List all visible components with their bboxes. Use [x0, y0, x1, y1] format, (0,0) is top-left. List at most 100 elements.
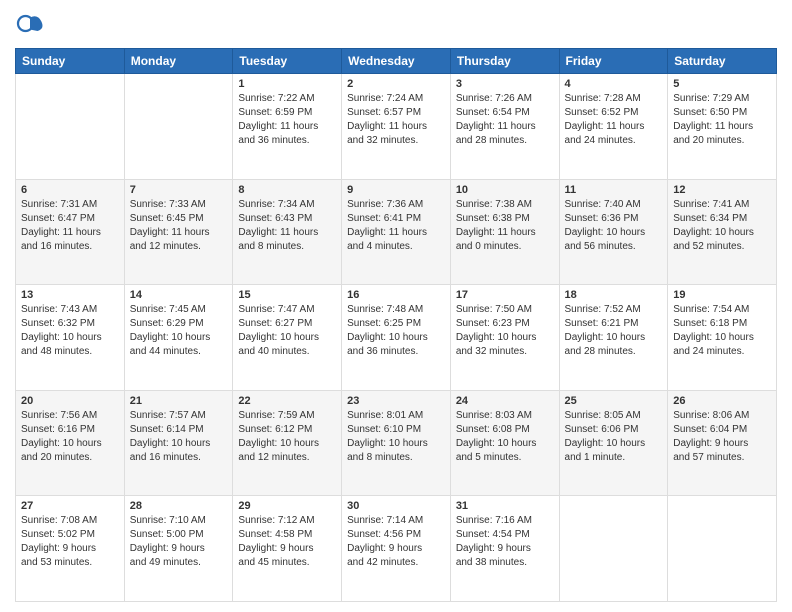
day-number: 24 [456, 395, 554, 407]
calendar-cell: 6 Sunrise: 7:31 AM Sunset: 6:47 PM Daylig… [16, 179, 125, 285]
calendar-cell: 25 Sunrise: 8:05 AM Sunset: 6:06 PM Dayli… [559, 390, 668, 496]
day-info: Sunrise: 7:24 AM Sunset: 6:57 PM Dayligh… [347, 92, 445, 148]
day-info: Sunrise: 7:56 AM Sunset: 6:16 PM Dayligh… [21, 409, 119, 465]
day-number: 2 [347, 78, 445, 90]
day-number: 8 [238, 184, 336, 196]
day-number: 11 [565, 184, 663, 196]
day-info: Sunrise: 7:12 AM Sunset: 4:58 PM Dayligh… [238, 514, 336, 570]
calendar-cell: 26 Sunrise: 8:06 AM Sunset: 6:04 PM Dayli… [668, 390, 777, 496]
day-number: 3 [456, 78, 554, 90]
calendar-cell: 3 Sunrise: 7:26 AM Sunset: 6:54 PM Daylig… [450, 74, 559, 180]
calendar-cell: 21 Sunrise: 7:57 AM Sunset: 6:14 PM Dayli… [124, 390, 233, 496]
calendar-cell: 2 Sunrise: 7:24 AM Sunset: 6:57 PM Daylig… [342, 74, 451, 180]
weekday-header: Saturday [668, 49, 777, 74]
calendar-cell: 19 Sunrise: 7:54 AM Sunset: 6:18 PM Dayli… [668, 285, 777, 391]
calendar-cell: 8 Sunrise: 7:34 AM Sunset: 6:43 PM Daylig… [233, 179, 342, 285]
calendar-week-row: 27 Sunrise: 7:08 AM Sunset: 5:02 PM Dayli… [16, 496, 777, 602]
calendar-cell: 9 Sunrise: 7:36 AM Sunset: 6:41 PM Daylig… [342, 179, 451, 285]
day-number: 29 [238, 500, 336, 512]
calendar-cell: 12 Sunrise: 7:41 AM Sunset: 6:34 PM Dayli… [668, 179, 777, 285]
calendar-cell: 27 Sunrise: 7:08 AM Sunset: 5:02 PM Dayli… [16, 496, 125, 602]
calendar-cell: 24 Sunrise: 8:03 AM Sunset: 6:08 PM Dayli… [450, 390, 559, 496]
day-info: Sunrise: 7:43 AM Sunset: 6:32 PM Dayligh… [21, 303, 119, 359]
weekday-header: Thursday [450, 49, 559, 74]
calendar-cell: 30Sunrise: 7:14 AM Sunset: 4:56 PM Dayli… [342, 496, 451, 602]
calendar-cell: 11 Sunrise: 7:40 AM Sunset: 6:36 PM Dayli… [559, 179, 668, 285]
calendar-cell: 23 Sunrise: 8:01 AM Sunset: 6:10 PM Dayli… [342, 390, 451, 496]
day-number: 26 [673, 395, 771, 407]
day-number: 9 [347, 184, 445, 196]
day-number: 5 [673, 78, 771, 90]
calendar-cell [668, 496, 777, 602]
day-info: Sunrise: 7:10 AM Sunset: 5:00 PM Dayligh… [130, 514, 228, 570]
day-number: 31 [456, 500, 554, 512]
day-number: 21 [130, 395, 228, 407]
calendar-cell [16, 74, 125, 180]
calendar-week-row: 13 Sunrise: 7:43 AM Sunset: 6:32 PM Dayli… [16, 285, 777, 391]
day-number: 1 [238, 78, 336, 90]
day-info: Sunrise: 7:29 AM Sunset: 6:50 PM Dayligh… [673, 92, 771, 148]
day-info: Sunrise: 7:45 AM Sunset: 6:29 PM Dayligh… [130, 303, 228, 359]
calendar-cell [559, 496, 668, 602]
day-info: Sunrise: 7:50 AM Sunset: 6:23 PM Dayligh… [456, 303, 554, 359]
day-info: Sunrise: 7:40 AM Sunset: 6:36 PM Dayligh… [565, 198, 663, 254]
logo [15, 10, 51, 40]
calendar-week-row: 6 Sunrise: 7:31 AM Sunset: 6:47 PM Daylig… [16, 179, 777, 285]
calendar-cell: 10Sunrise: 7:38 AM Sunset: 6:38 PM Dayli… [450, 179, 559, 285]
page-header [15, 10, 777, 40]
day-number: 13 [21, 289, 119, 301]
weekday-header: Sunday [16, 49, 125, 74]
day-info: Sunrise: 7:59 AM Sunset: 6:12 PM Dayligh… [238, 409, 336, 465]
day-number: 23 [347, 395, 445, 407]
day-number: 12 [673, 184, 771, 196]
calendar-cell: 14 Sunrise: 7:45 AM Sunset: 6:29 PM Dayli… [124, 285, 233, 391]
day-info: Sunrise: 7:41 AM Sunset: 6:34 PM Dayligh… [673, 198, 771, 254]
weekday-header: Monday [124, 49, 233, 74]
day-info: Sunrise: 8:06 AM Sunset: 6:04 PM Dayligh… [673, 409, 771, 465]
day-number: 18 [565, 289, 663, 301]
day-number: 19 [673, 289, 771, 301]
calendar-cell: 16Sunrise: 7:48 AM Sunset: 6:25 PM Dayli… [342, 285, 451, 391]
day-info: Sunrise: 8:03 AM Sunset: 6:08 PM Dayligh… [456, 409, 554, 465]
day-number: 25 [565, 395, 663, 407]
day-info: Sunrise: 7:38 AM Sunset: 6:38 PM Dayligh… [456, 198, 554, 254]
logo-icon [15, 10, 45, 40]
calendar-cell: 18Sunrise: 7:52 AM Sunset: 6:21 PM Dayli… [559, 285, 668, 391]
day-number: 16 [347, 289, 445, 301]
calendar-cell: 20 Sunrise: 7:56 AM Sunset: 6:16 PM Dayli… [16, 390, 125, 496]
day-info: Sunrise: 7:26 AM Sunset: 6:54 PM Dayligh… [456, 92, 554, 148]
day-info: Sunrise: 8:01 AM Sunset: 6:10 PM Dayligh… [347, 409, 445, 465]
day-info: Sunrise: 7:36 AM Sunset: 6:41 PM Dayligh… [347, 198, 445, 254]
calendar-cell: 31Sunrise: 7:16 AM Sunset: 4:54 PM Dayli… [450, 496, 559, 602]
day-info: Sunrise: 7:22 AM Sunset: 6:59 PM Dayligh… [238, 92, 336, 148]
day-info: Sunrise: 7:33 AM Sunset: 6:45 PM Dayligh… [130, 198, 228, 254]
day-info: Sunrise: 7:08 AM Sunset: 5:02 PM Dayligh… [21, 514, 119, 570]
day-number: 22 [238, 395, 336, 407]
day-number: 14 [130, 289, 228, 301]
day-info: Sunrise: 7:57 AM Sunset: 6:14 PM Dayligh… [130, 409, 228, 465]
calendar-cell: 17 Sunrise: 7:50 AM Sunset: 6:23 PM Dayli… [450, 285, 559, 391]
calendar-table: SundayMondayTuesdayWednesdayThursdayFrid… [15, 48, 777, 602]
day-number: 6 [21, 184, 119, 196]
calendar-cell: 4Sunrise: 7:28 AM Sunset: 6:52 PM Daylig… [559, 74, 668, 180]
day-number: 28 [130, 500, 228, 512]
day-info: Sunrise: 7:14 AM Sunset: 4:56 PM Dayligh… [347, 514, 445, 570]
calendar-week-row: 1 Sunrise: 7:22 AM Sunset: 6:59 PM Daylig… [16, 74, 777, 180]
day-info: Sunrise: 7:54 AM Sunset: 6:18 PM Dayligh… [673, 303, 771, 359]
calendar-cell: 1 Sunrise: 7:22 AM Sunset: 6:59 PM Daylig… [233, 74, 342, 180]
day-number: 15 [238, 289, 336, 301]
calendar-cell: 7 Sunrise: 7:33 AM Sunset: 6:45 PM Daylig… [124, 179, 233, 285]
day-info: Sunrise: 8:05 AM Sunset: 6:06 PM Dayligh… [565, 409, 663, 465]
day-number: 17 [456, 289, 554, 301]
day-number: 20 [21, 395, 119, 407]
weekday-header: Tuesday [233, 49, 342, 74]
day-info: Sunrise: 7:31 AM Sunset: 6:47 PM Dayligh… [21, 198, 119, 254]
weekday-header: Wednesday [342, 49, 451, 74]
day-number: 7 [130, 184, 228, 196]
day-number: 4 [565, 78, 663, 90]
day-info: Sunrise: 7:34 AM Sunset: 6:43 PM Dayligh… [238, 198, 336, 254]
calendar-cell: 29 Sunrise: 7:12 AM Sunset: 4:58 PM Dayli… [233, 496, 342, 602]
day-info: Sunrise: 7:47 AM Sunset: 6:27 PM Dayligh… [238, 303, 336, 359]
calendar-cell: 13 Sunrise: 7:43 AM Sunset: 6:32 PM Dayli… [16, 285, 125, 391]
day-number: 27 [21, 500, 119, 512]
